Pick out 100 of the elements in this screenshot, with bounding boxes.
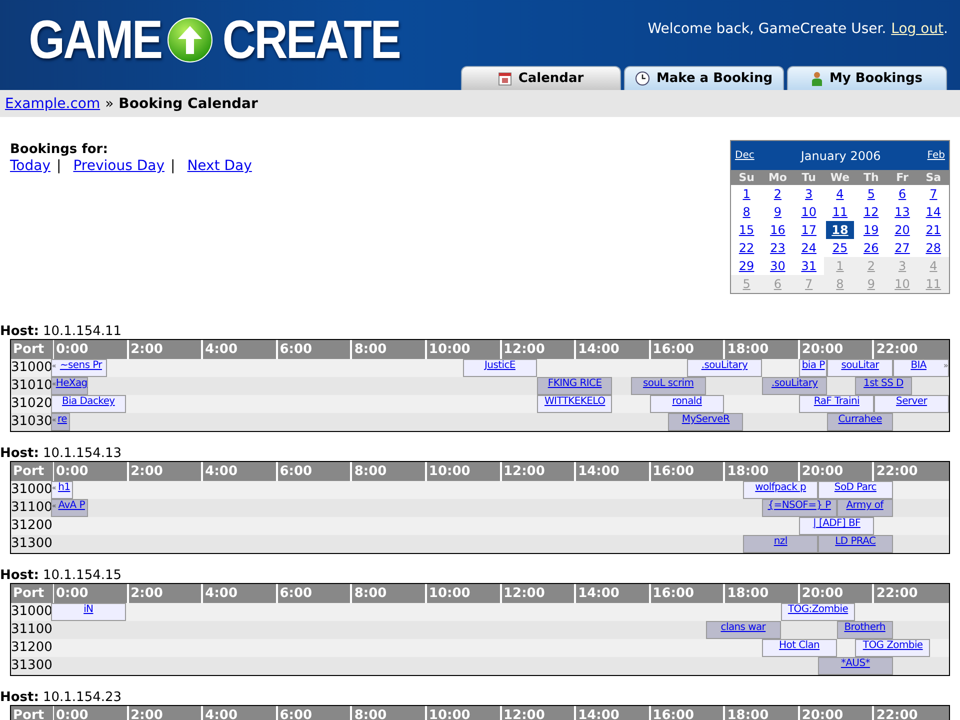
calendar-day[interactable]: 2 [774,187,782,201]
tab[interactable]: My Bookings [787,66,947,90]
calendar-day[interactable]: 13 [894,205,910,219]
booking-link[interactable]: .souLitary [771,378,818,390]
host-address: 10.1.154.15 [42,568,122,583]
calendar-day[interactable]: 7 [930,187,938,201]
calendar-day[interactable]: 1 [742,187,750,201]
calendar-day[interactable]: 9 [774,205,782,219]
booking-link[interactable]: Army of [846,500,884,512]
calendar-day[interactable]: 6 [898,187,906,201]
booking-link[interactable]: Currahee [838,414,882,426]
calendar-day[interactable]: 24 [801,241,816,255]
continued-marker: » [943,360,948,372]
calendar-day[interactable]: 21 [926,223,942,237]
tab[interactable]: Make a Booking [624,66,784,90]
calendar-day[interactable]: 19 [863,223,879,237]
column-header: 22:00 [875,585,919,603]
calendar-day[interactable]: 8 [742,205,750,219]
column-header: 4:00 [203,706,278,720]
day-link[interactable]: Next Day [187,158,252,174]
calendar-day[interactable]: 3 [805,187,813,201]
calendar-day[interactable]: 22 [738,241,754,255]
host-address: 10.1.154.23 [42,690,122,705]
logo-text: GAME [28,9,162,71]
previous-month-link[interactable]: Dec [735,150,754,161]
column-header: 22:00 [875,707,919,720]
calendar-day[interactable]: 16 [770,223,786,237]
calendar-day[interactable]: 11 [832,205,848,219]
booking-link[interactable]: Bia Dackey [62,396,115,408]
calendar-day[interactable]: 28 [926,241,942,255]
column-header: 0:00 [54,706,129,720]
calendar-day[interactable]: 17 [801,223,816,237]
port-number: 31000 [11,359,51,377]
booking-link[interactable]: souL scrim [642,378,694,390]
day-link[interactable]: Previous Day [73,158,164,174]
booking-link[interactable]: nzl [774,536,788,548]
clock-icon [635,71,650,86]
booking-link[interactable]: SoD Parc [834,482,876,494]
booking-link[interactable]: RaF Traini [814,396,860,408]
column-header: Port [11,706,54,720]
booking-link[interactable]: Brotherh [844,622,886,634]
calendar-day[interactable]: 26 [863,241,879,255]
weekday-label: We [824,170,856,185]
next-month-link[interactable]: Feb [927,150,945,161]
calendar-day[interactable]: 10 [801,205,816,219]
booking-link[interactable]: wolfpack p [755,482,806,494]
calendar-day[interactable]: 27 [894,241,910,255]
tab[interactable]: Calendar [461,66,621,90]
booking-link[interactable]: HeXag [56,378,88,390]
booking-link[interactable]: Hot Clan [779,640,820,652]
port-number: 31300 [11,535,51,553]
calendar-day[interactable]: 29 [738,259,754,273]
booking-link[interactable]: TOG Zombie [862,640,923,652]
booking-link[interactable]: Server [896,396,928,408]
booking-link[interactable]: {=NSOF=} P [768,500,831,512]
booking-link[interactable]: LD PRAC [835,536,876,548]
booking-link[interactable]: iN [84,604,94,616]
calendar-day[interactable]: 31 [801,259,816,273]
booking-link[interactable]: | [ADF] BF [813,518,860,530]
booking-link[interactable]: JusticE [484,360,516,372]
host-label: Host: [0,446,39,461]
calendar-day[interactable]: 12 [863,205,879,219]
booking-link[interactable]: AvA P [58,500,85,512]
booking-link[interactable]: souLitar [841,360,879,372]
booking-link[interactable]: WITTKEKELO [544,396,606,408]
calendar-day[interactable]: 20 [894,223,910,237]
calendar-day[interactable]: 30 [770,259,786,273]
host-label: Host: [0,324,39,339]
booking-link[interactable]: FKING RICE [548,378,602,390]
calendar-day[interactable]: 5 [867,187,875,201]
day-link[interactable]: Today [10,158,50,174]
booking-link[interactable]: .souLitary [701,360,748,372]
weekday-label: Sa [918,170,949,185]
booking-link[interactable]: 1st SS D [864,378,904,390]
calendar-day[interactable]: 25 [832,241,848,255]
weekday-label: Fr [886,170,918,185]
column-header: 12:00 [502,706,576,720]
booking-link[interactable]: ~sens Pr [60,360,102,372]
port-number: 31200 [11,639,51,657]
booking-link[interactable]: ronald [672,396,702,408]
booking-link[interactable]: *AUS* [840,658,870,670]
booking-link[interactable]: BIA [910,360,926,372]
booking-link[interactable]: clans war [720,622,766,634]
breadcrumb-link[interactable]: Example.com [5,96,100,112]
column-header: 20:00 [800,706,874,720]
column-header: 14:00 [576,706,651,720]
calendar-day[interactable]: 15 [738,223,754,237]
booking-link[interactable]: bia P [802,360,825,372]
host-label: Host: [0,690,39,705]
calendar-day[interactable]: 4 [836,187,844,201]
port-number: 31000 [11,481,51,499]
logout-link[interactable]: Log out [891,21,944,37]
calendar-day[interactable]: 23 [770,241,786,255]
booking-link[interactable]: MyServeR [682,414,730,426]
column-header: 6:00 [278,706,352,720]
booking-link[interactable]: h1 [58,482,70,494]
weekday-label: Tu [793,170,824,185]
booking-link[interactable]: re [58,414,67,426]
booking-link[interactable]: TOG:Zombie [788,604,848,616]
calendar-day[interactable]: 14 [926,205,942,219]
